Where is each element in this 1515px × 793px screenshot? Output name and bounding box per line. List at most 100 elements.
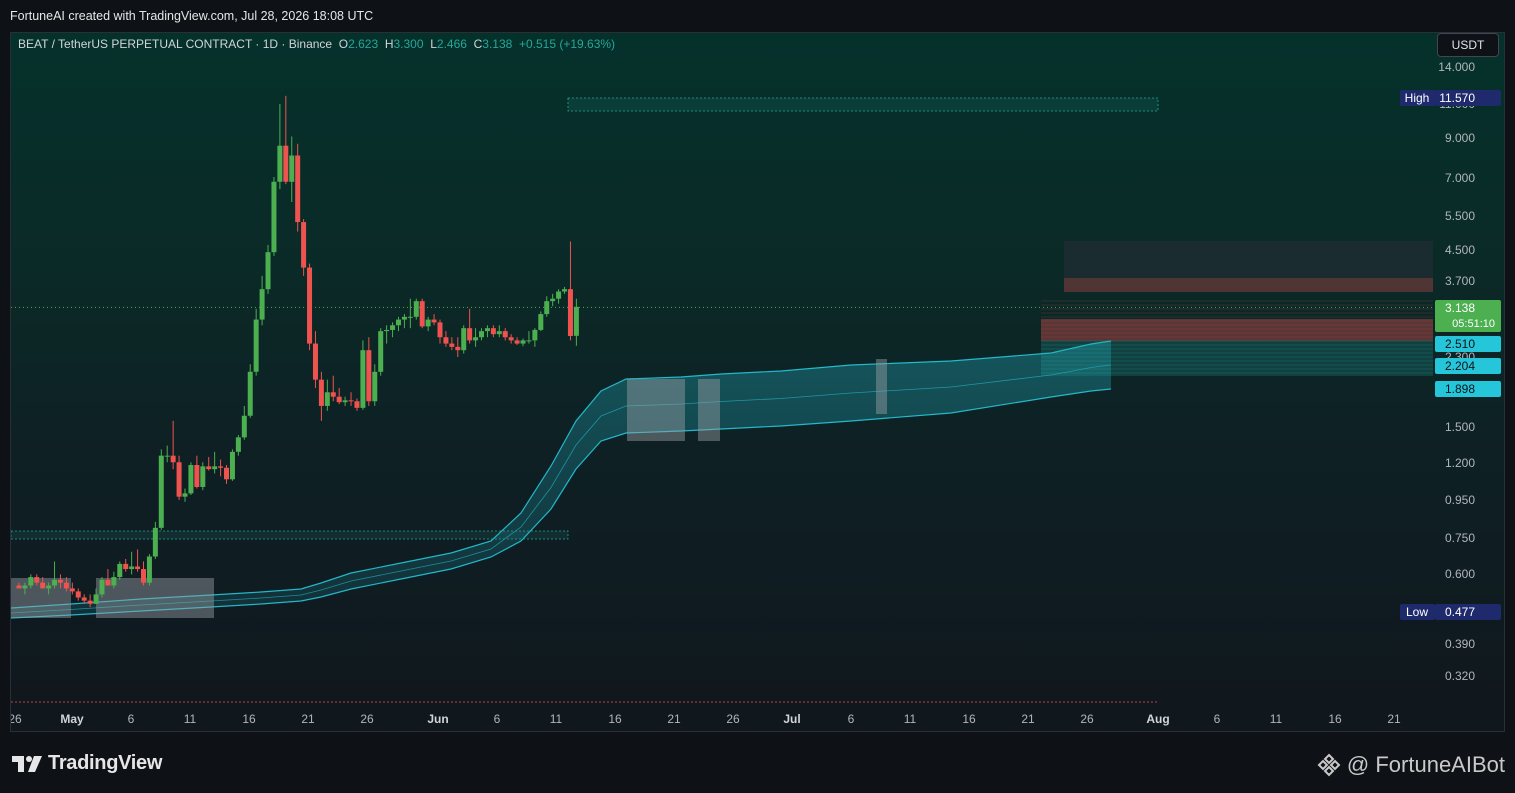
candle-body [431, 319, 437, 323]
candle-body [259, 289, 265, 320]
legend-open-label: O [338, 37, 349, 51]
high-price-label: 11.570 High [1400, 90, 1501, 106]
candle-body [87, 600, 93, 604]
candle-body [413, 301, 419, 317]
candle-body [550, 298, 556, 302]
candle-body [419, 301, 425, 327]
candle-body [455, 346, 461, 351]
candle-body [99, 579, 105, 595]
candle-body [146, 556, 152, 583]
candle-body [336, 396, 342, 403]
legend-high-value: 3.300 [393, 37, 424, 51]
candle-body [360, 350, 366, 408]
y-axis-tick-label: 3.700 [1445, 274, 1475, 288]
candle-body [206, 466, 212, 470]
candle-body [152, 527, 158, 557]
x-axis-tick-label: 26 [360, 712, 374, 726]
candle-body [395, 319, 401, 326]
tradingview-logo[interactable]: TradingView [12, 752, 162, 775]
y-axis-tick-label: 0.320 [1445, 669, 1475, 683]
x-axis-tick-label: 6 [128, 712, 135, 726]
y-axis-tick-label: 1.200 [1445, 456, 1475, 470]
high-zone-box [567, 97, 1159, 112]
candle-body [283, 145, 289, 182]
candle-body [75, 591, 81, 598]
candle-body [123, 563, 129, 570]
highlight-block [698, 379, 720, 441]
candle-body [277, 145, 283, 182]
candle-body [372, 371, 378, 402]
candle-body [354, 401, 360, 408]
x-axis-tick-label: Jul [783, 712, 800, 726]
x-axis-tick-label: 6 [494, 712, 501, 726]
candle-body [28, 577, 34, 586]
candle-body [384, 329, 390, 332]
candle-body [271, 181, 277, 253]
candle-body [22, 585, 28, 589]
legend-high-label: H [384, 37, 394, 51]
x-axis-tick-label: 26 [726, 712, 740, 726]
candle-body [140, 569, 146, 583]
candle-body [158, 455, 164, 528]
low-price-label: 0.477 Low [1400, 604, 1501, 620]
candle-body [378, 331, 384, 372]
candle-body [229, 451, 235, 480]
price-label-tag: High [1405, 91, 1430, 105]
candle-body [69, 588, 75, 592]
legend-low-value: 2.466 [436, 37, 467, 51]
candle-body [526, 340, 532, 342]
candle-body [235, 437, 241, 452]
legend-close-value: 3.138 [482, 37, 513, 51]
chart-legend: BEAT / TetherUS PERPETUAL CONTRACT · 1D … [18, 37, 615, 51]
attribution: @ FortuneAIBot [1317, 752, 1505, 778]
candle-body [366, 350, 372, 402]
candle-body [52, 579, 58, 586]
price-label-value: 2.204 [1445, 359, 1475, 373]
legend-close-label: C [473, 37, 483, 51]
candle-body [241, 415, 247, 438]
x-axis-tick-label: 21 [1021, 712, 1035, 726]
candle-body [111, 577, 117, 586]
candle-body [289, 155, 295, 182]
candle-body [57, 579, 63, 583]
price-label: 2.204 [1435, 358, 1501, 374]
candle-body [218, 466, 224, 468]
candle-body [544, 301, 550, 315]
price-label-value: 11.570 [1439, 91, 1475, 105]
x-axis-tick-label: 6 [1214, 712, 1221, 726]
candle-body [573, 306, 579, 336]
candle-body [105, 579, 111, 586]
x-axis-tick-label: 21 [1387, 712, 1401, 726]
currency-button[interactable]: USDT [1437, 33, 1499, 57]
x-axis-tick-label: 16 [1328, 712, 1342, 726]
candle-body [63, 582, 69, 589]
price-label-countdown: 05:51:10 [1452, 318, 1495, 330]
candle-body [496, 331, 502, 335]
x-axis-tick-label: 21 [667, 712, 681, 726]
candle-body [390, 325, 396, 330]
candle-body [212, 466, 218, 470]
x-axis-tick-label: Jun [427, 712, 448, 726]
price-chart[interactable]: 14.00011.0009.0007.0005.5004.5003.7002.3… [11, 33, 1505, 732]
candle-body [348, 400, 354, 402]
tradingview-wordmark: TradingView [48, 752, 163, 774]
candle-body [520, 340, 526, 344]
legend-open-value: 2.623 [348, 37, 379, 51]
price-label-value: 0.477 [1445, 605, 1475, 619]
price-label-value: 3.138 [1445, 301, 1475, 315]
candle-body [170, 455, 176, 463]
candle-body [490, 328, 496, 335]
chart-frame[interactable]: 14.00011.0009.0007.0005.5004.5003.7002.3… [10, 32, 1505, 732]
resistance-zone [1064, 278, 1433, 292]
x-axis-tick-label: 16 [962, 712, 976, 726]
candle-body [224, 467, 230, 480]
candle-body [567, 289, 573, 336]
supply-zone [1041, 319, 1433, 341]
x-axis-tick-label: May [60, 712, 84, 726]
candle-body [81, 597, 87, 601]
candle-body [135, 566, 141, 570]
binance-icon [1317, 753, 1341, 777]
candle-body [164, 455, 170, 457]
y-axis-tick-label: 9.000 [1445, 131, 1475, 145]
y-axis-tick-label: 0.390 [1445, 637, 1475, 651]
